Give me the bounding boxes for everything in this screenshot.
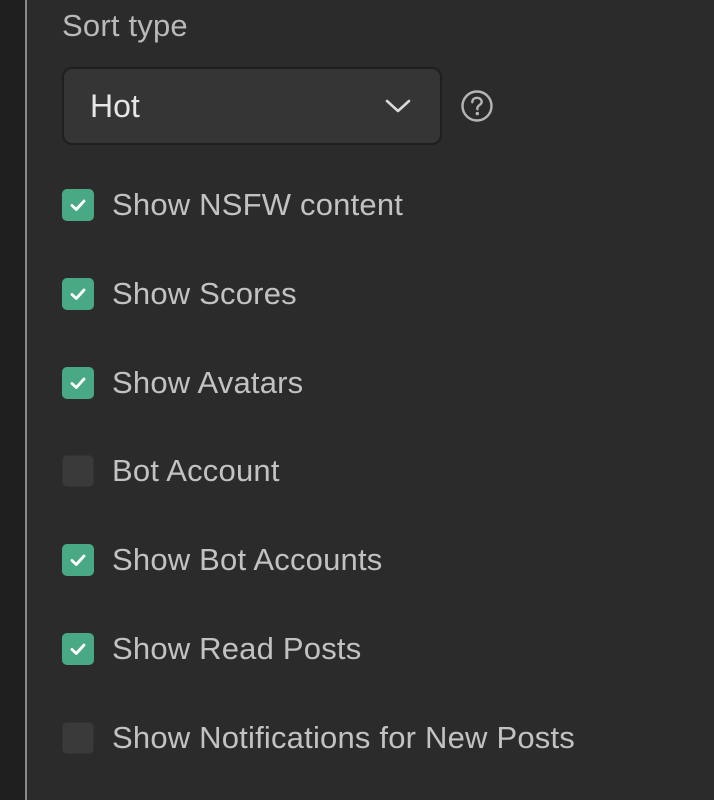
checkbox-show-bot-accounts[interactable]: Show Bot Accounts (62, 540, 383, 580)
checkbox-unchecked[interactable] (62, 455, 94, 487)
checkbox-show-nsfw-content[interactable]: Show NSFW content (62, 185, 403, 225)
sort-type-label: Sort type (62, 8, 188, 43)
checkbox-label: Show Scores (112, 276, 297, 311)
check-icon (70, 199, 86, 211)
check-icon (70, 554, 86, 566)
checkbox-label: Show Avatars (112, 365, 304, 400)
checkbox-show-notifications-for-new-posts[interactable]: Show Notifications for New Posts (62, 718, 575, 758)
left-sidebar-edge (0, 0, 25, 800)
check-icon (70, 288, 86, 300)
checkbox-label: Show Notifications for New Posts (112, 720, 575, 755)
checkbox-label: Bot Account (112, 453, 280, 488)
checkbox-show-scores[interactable]: Show Scores (62, 274, 297, 314)
chevron-down-icon (385, 99, 411, 113)
checkbox-checked[interactable] (62, 367, 94, 399)
checkbox-checked[interactable] (62, 189, 94, 221)
check-icon (70, 377, 86, 389)
checkbox-bot-account[interactable]: Bot Account (62, 451, 280, 491)
checkbox-checked[interactable] (62, 544, 94, 576)
sort-type-select[interactable]: Hot (62, 67, 442, 145)
help-circle-icon[interactable] (460, 89, 494, 123)
checkbox-label: Show Bot Accounts (112, 542, 383, 577)
checkbox-checked[interactable] (62, 633, 94, 665)
check-icon (70, 643, 86, 655)
sort-type-value: Hot (90, 88, 140, 124)
checkbox-show-read-posts[interactable]: Show Read Posts (62, 629, 361, 669)
checkbox-unchecked[interactable] (62, 722, 94, 754)
checkbox-label: Show Read Posts (112, 631, 362, 666)
checkbox-show-avatars[interactable]: Show Avatars (62, 363, 303, 403)
checkbox-label: Show NSFW content (112, 187, 404, 222)
checkbox-checked[interactable] (62, 278, 94, 310)
